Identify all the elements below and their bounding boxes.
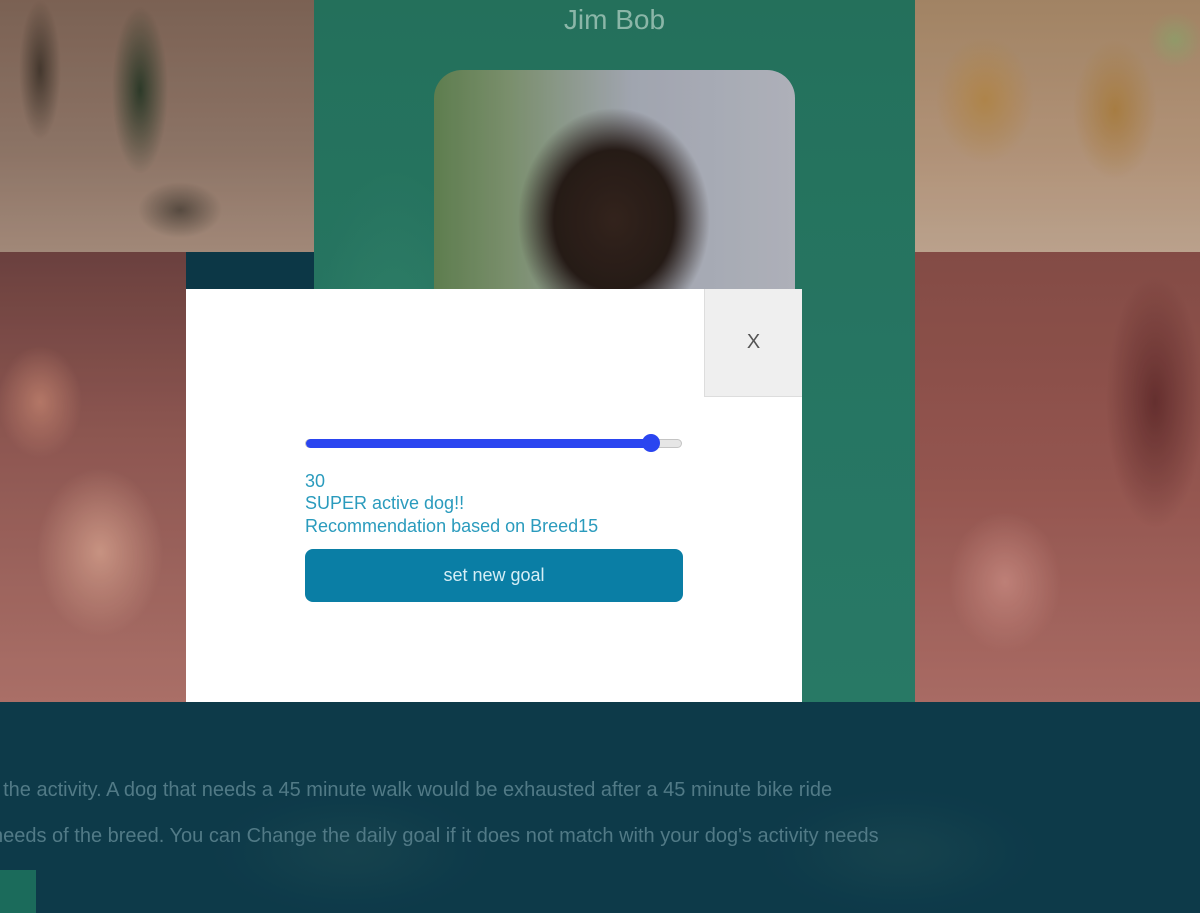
close-button[interactable]: X xyxy=(704,289,802,397)
breed-recommendation: Recommendation based on Breed15 xyxy=(305,516,599,536)
activity-level-label: SUPER active dog!! xyxy=(305,493,465,513)
goal-modal: X 30 SUPER active dog!! Recommendation b… xyxy=(186,289,802,702)
page: Jim Bob f the activity. A dog that needs… xyxy=(0,0,1200,913)
goal-value: 30 xyxy=(305,471,326,491)
slider-fill xyxy=(306,439,651,448)
activity-goal-slider[interactable] xyxy=(305,434,682,452)
set-new-goal-button[interactable]: set new goal xyxy=(305,549,683,602)
slider-thumb[interactable] xyxy=(642,434,660,452)
